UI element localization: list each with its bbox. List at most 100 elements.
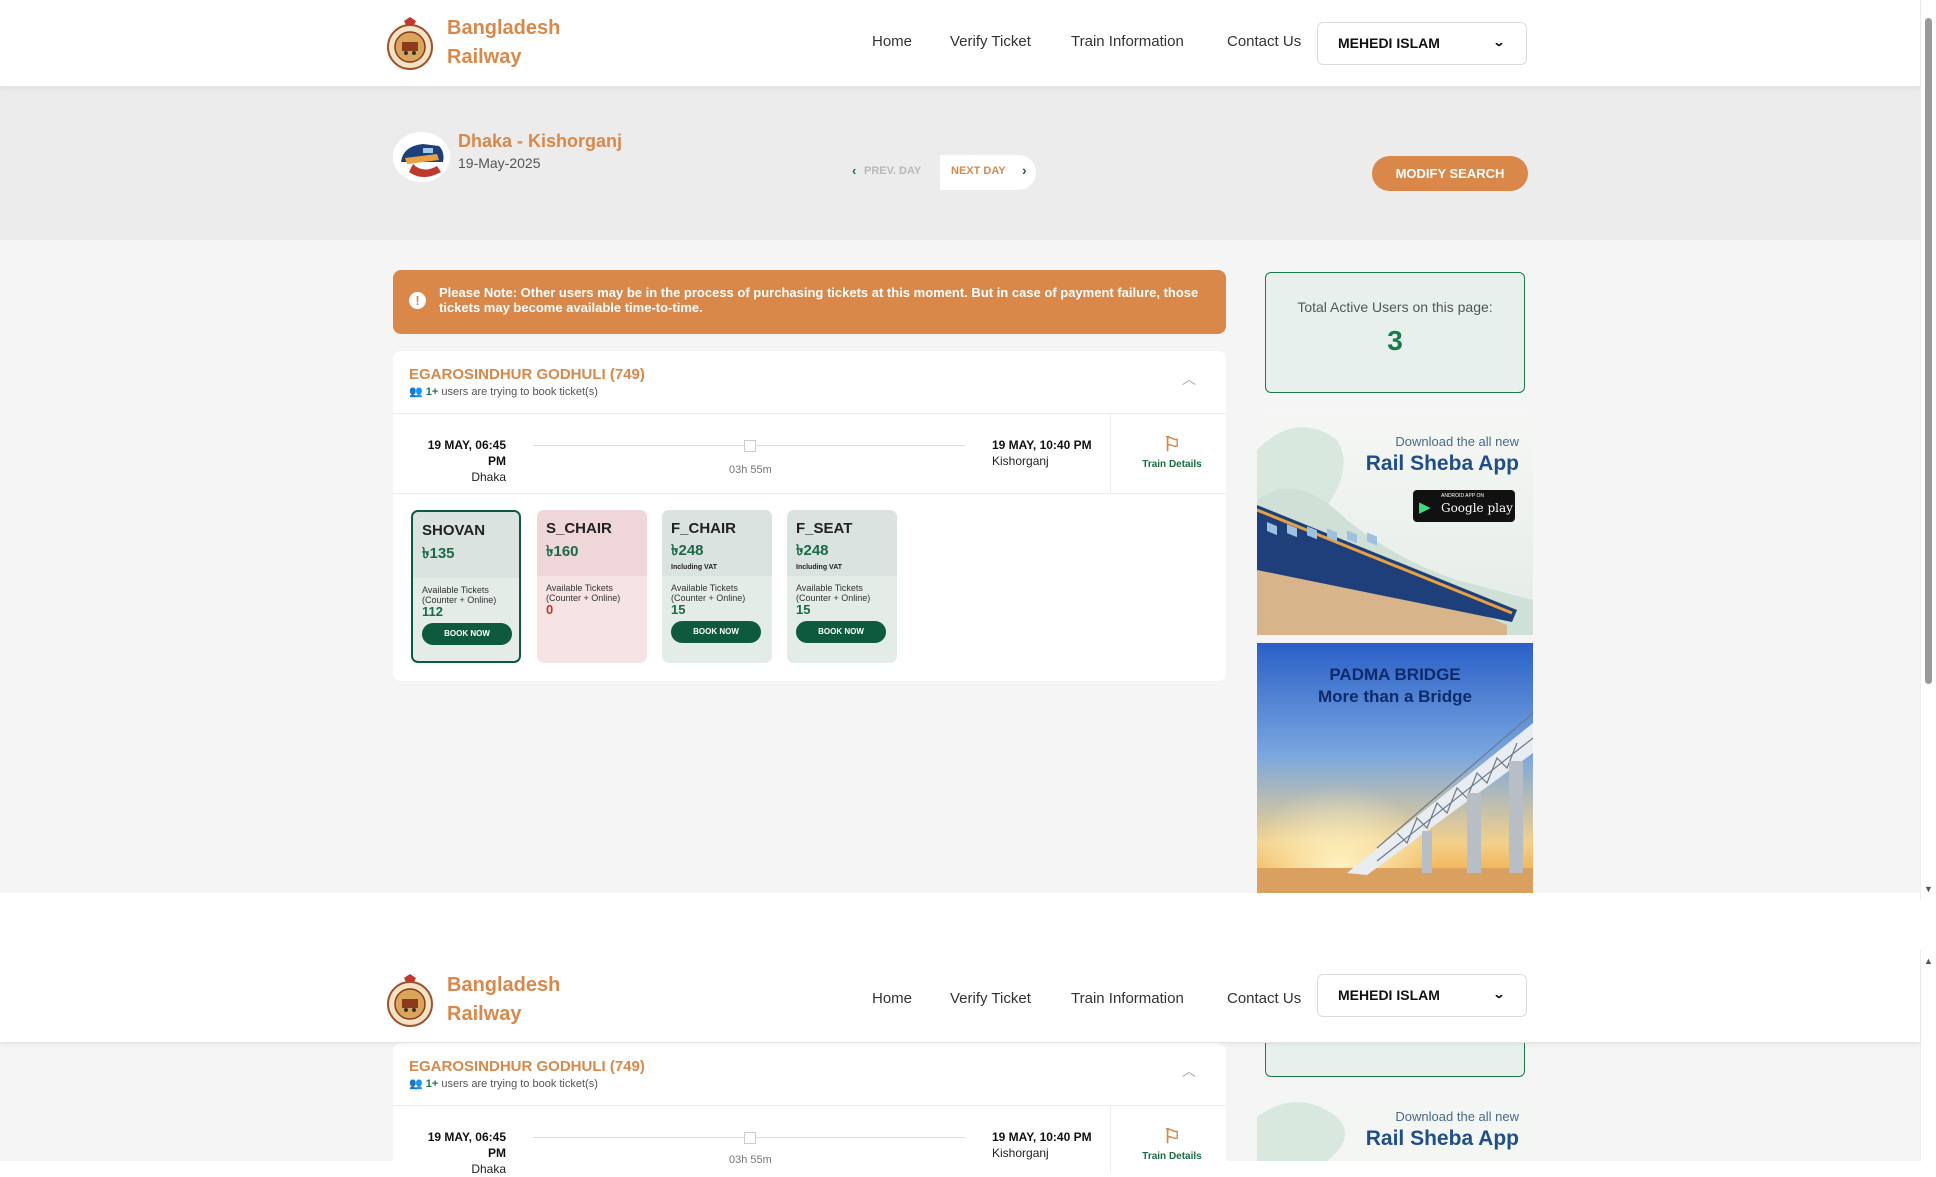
nav-home[interactable]: Home: [872, 990, 912, 1007]
divider: [393, 1105, 1226, 1106]
site-header: Bangladesh Railway Home Verify Ticket Tr…: [0, 0, 1920, 87]
seat-class-f-seat[interactable]: F_SEAT ৳248 Including VAT Available Tick…: [787, 510, 897, 663]
route-title: Dhaka - Kishorganj: [458, 131, 623, 151]
user-menu-button[interactable]: MEHEDI ISLAM ⌄: [1317, 974, 1527, 1017]
available-count: 112: [422, 604, 443, 619]
available-count: 0: [546, 602, 554, 617]
ad-download-text: Download the all new: [1395, 1109, 1519, 1124]
divider: [393, 413, 1226, 414]
departure-time: 19 MAY, 06:45 PM: [427, 438, 506, 468]
seat-price: ৳248: [796, 542, 829, 559]
users-icon: 👥: [409, 1078, 423, 1090]
rail-sheba-ad[interactable]: Download the all new Rail Sheba App ▶ AN…: [1257, 410, 1533, 635]
arrival-time: 19 MAY, 10:40 PM: [992, 1130, 1092, 1144]
train-details-button[interactable]: ⚐ Train Details: [1110, 414, 1233, 493]
duration: 03h 55m: [729, 1154, 772, 1166]
departure-station: Dhaka: [471, 1162, 506, 1176]
prev-day-button[interactable]: ‹ PREV. DAY: [848, 155, 940, 190]
chevron-up-icon[interactable]: ︿: [1182, 1061, 1196, 1081]
ad-app-title: Rail Sheba App: [1365, 1127, 1519, 1150]
nav-home[interactable]: Home: [872, 33, 912, 50]
active-users-box: Total Active Users on this page: 3: [1265, 272, 1525, 393]
next-day-button[interactable]: NEXT DAY ›: [940, 155, 1036, 190]
nav-verify-ticket[interactable]: Verify Ticket: [950, 33, 1031, 50]
seat-class-f-chair[interactable]: F_CHAIR ৳248 Including VAT Available Tic…: [662, 510, 772, 663]
notice-text: Please Note: Other users may be in the p…: [439, 285, 1199, 315]
signpost-icon: ⚐: [1163, 434, 1181, 456]
user-name: MEHEDI ISLAM: [1338, 35, 1440, 51]
nav-contact-us[interactable]: Contact Us: [1227, 990, 1301, 1007]
available-label: Available Tickets (Counter + Online): [422, 585, 497, 605]
chevron-up-icon[interactable]: ︿: [1182, 369, 1196, 389]
users-count: 1+: [425, 386, 439, 398]
book-now-button[interactable]: BOOK NOW: [422, 623, 512, 645]
seat-class-name: SHOVAN: [422, 522, 486, 539]
users-text: users are trying to book ticket(s): [441, 1078, 598, 1090]
google-play-icon: ▶: [1419, 499, 1431, 516]
available-label: Available Tickets (Counter + Online): [671, 583, 746, 603]
arrival: 19 MAY, 10:40 PM Kishorganj: [992, 437, 1092, 469]
departure: 19 MAY, 06:45 PM Dhaka: [409, 1129, 506, 1177]
modify-search-button[interactable]: MODIFY SEARCH: [1372, 156, 1528, 191]
nav-train-information[interactable]: Train Information: [1071, 33, 1184, 50]
departure-station: Dhaka: [471, 470, 506, 484]
train-details-button[interactable]: ⚐ Train Details: [1110, 1106, 1233, 1173]
nav-verify-ticket[interactable]: Verify Ticket: [950, 990, 1031, 1007]
scrollbar[interactable]: ▲: [1920, 950, 1936, 1161]
active-users-label: Total Active Users on this page:: [1297, 299, 1493, 315]
brand-name[interactable]: Bangladesh Railway: [447, 971, 587, 1029]
available-count: 15: [671, 602, 686, 617]
departure: 19 MAY, 06:45 PM Dhaka: [409, 437, 506, 485]
seat-price: ৳248: [671, 542, 704, 559]
site-header: Bangladesh Railway Home Verify Ticket Tr…: [0, 957, 1920, 1043]
scrollbar-thumb[interactable]: [1925, 18, 1932, 684]
scrollbar[interactable]: ▼: [1920, 0, 1936, 900]
seat-price: ৳135: [422, 545, 455, 562]
user-menu-button[interactable]: MEHEDI ISLAM ⌄: [1317, 22, 1527, 65]
scroll-up-icon[interactable]: ▲: [1924, 956, 1933, 966]
seat-class-name: S_CHAIR: [546, 520, 612, 537]
seat-class-s-chair: S_CHAIR ৳160 Available Tickets (Counter …: [537, 510, 647, 663]
signpost-icon: ⚐: [1163, 1126, 1181, 1148]
arrival-station: Kishorganj: [992, 454, 1049, 468]
chevron-left-icon: ‹: [852, 163, 857, 178]
book-now-button[interactable]: BOOK NOW: [671, 621, 761, 643]
vat-note: Including VAT: [671, 564, 718, 571]
users-count: 1+: [425, 1078, 439, 1090]
railway-logo-icon[interactable]: [386, 972, 434, 1032]
next-day-label: NEXT DAY: [951, 165, 1006, 177]
seat-class-shovan[interactable]: SHOVAN ৳135 Available Tickets (Counter +…: [411, 510, 521, 663]
prev-day-label: PREV. DAY: [864, 165, 922, 177]
brand-name[interactable]: Bangladesh Railway: [447, 14, 587, 72]
train-name[interactable]: EGAROSINDHUR GODHULI (749): [409, 1058, 645, 1075]
available-count: 15: [796, 602, 811, 617]
seat-class-name: F_SEAT: [796, 520, 853, 537]
exclamation-icon: !: [409, 292, 426, 309]
divider: [393, 493, 1226, 494]
book-now-button[interactable]: BOOK NOW: [796, 621, 886, 643]
chevron-down-icon: ⌄: [1492, 987, 1506, 1001]
train-name[interactable]: EGAROSINDHUR GODHULI (749): [409, 366, 645, 383]
padma-bridge-ad[interactable]: PADMA BRIDGE More than a Bridge: [1257, 643, 1533, 893]
train-details-label: Train Details: [1142, 1151, 1202, 1162]
ad-app-title: Rail Sheba App: [1365, 452, 1519, 475]
user-name: MEHEDI ISLAM: [1338, 987, 1440, 1003]
notice-banner: ! Please Note: Other users may be in the…: [393, 270, 1226, 334]
users-trying: 👥 1+ users are trying to book ticket(s): [409, 385, 598, 398]
chevron-down-icon: ⌄: [1492, 35, 1506, 49]
available-label: Available Tickets (Counter + Online): [796, 583, 871, 603]
scroll-down-icon[interactable]: ▼: [1924, 884, 1933, 894]
ad-download-text: Download the all new: [1395, 434, 1519, 449]
store-label: Google play: [1441, 501, 1513, 515]
route-marker: [744, 1132, 756, 1144]
journey-date: 19-May-2025: [458, 155, 541, 171]
nav-contact-us[interactable]: Contact Us: [1227, 33, 1301, 50]
nav-train-information[interactable]: Train Information: [1071, 990, 1184, 1007]
train-card: EGAROSINDHUR GODHULI (749) 👥 1+ users ar…: [393, 1043, 1226, 1176]
railway-logo-icon[interactable]: [386, 15, 434, 75]
rail-sheba-ad[interactable]: Download the all new Rail Sheba App: [1257, 1097, 1533, 1161]
bridge-ad-title: PADMA BRIDGE: [1329, 665, 1461, 684]
google-play-badge[interactable]: ▶ ANDROID APP ON Google play: [1413, 490, 1515, 522]
arrival-station: Kishorganj: [992, 1146, 1049, 1160]
active-users-count: 3: [1387, 325, 1403, 356]
